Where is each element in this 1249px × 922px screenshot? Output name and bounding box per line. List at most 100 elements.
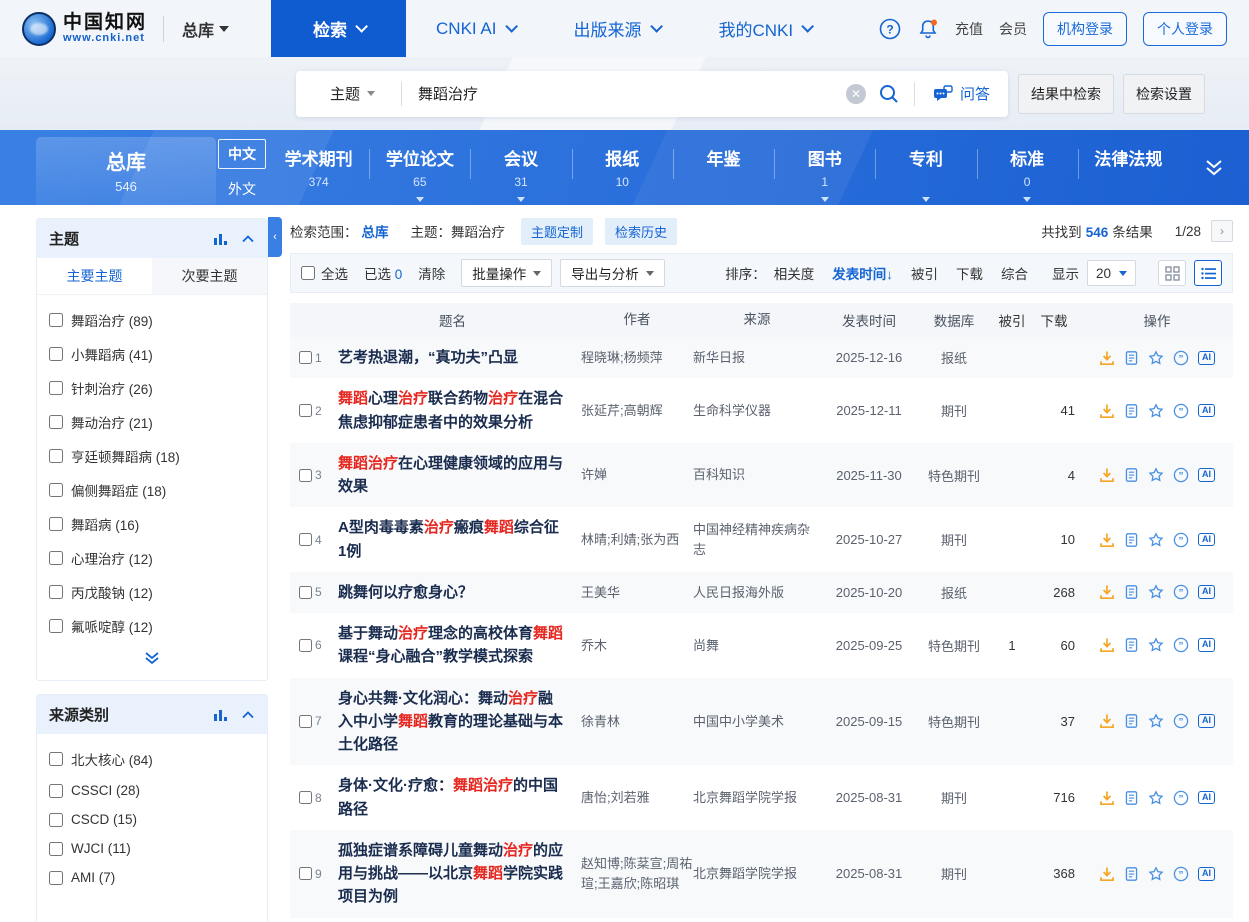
ai-icon[interactable]: AI xyxy=(1198,714,1215,728)
ai-icon[interactable]: AI xyxy=(1198,404,1215,418)
row-checkbox[interactable] xyxy=(299,639,312,652)
authors-cell[interactable]: 张延芹;高朝辉 xyxy=(581,401,693,421)
filter-item[interactable]: WJCI (11) xyxy=(49,834,255,863)
result-title-link[interactable]: 身心共舞·文化润心：舞动治疗融入中小学舞蹈教育的理论基础与本土化路径 xyxy=(338,690,563,754)
scope-value[interactable]: 总库 xyxy=(362,221,389,241)
html-read-icon[interactable] xyxy=(1124,350,1139,366)
filter-checkbox[interactable] xyxy=(49,449,63,463)
download-icon[interactable] xyxy=(1099,866,1115,882)
quote-icon[interactable]: ” xyxy=(1173,467,1189,483)
ai-icon[interactable]: AI xyxy=(1198,585,1215,599)
sort-option-4[interactable]: 下载 xyxy=(956,267,983,282)
language-tab-外文[interactable]: 外文 xyxy=(218,175,266,203)
grid-view-icon[interactable] xyxy=(1158,260,1186,286)
filter-checkbox[interactable] xyxy=(49,347,63,361)
filter-checkbox[interactable] xyxy=(49,585,63,599)
topic-tab-1[interactable]: 主要主题 xyxy=(37,258,152,294)
ai-icon[interactable]: AI xyxy=(1198,351,1215,365)
result-title-link[interactable]: 跳舞何以疗愈身心？ xyxy=(338,584,473,601)
sort-option-2[interactable]: 发表时间↓ xyxy=(832,267,893,282)
row-checkbox[interactable] xyxy=(299,404,312,417)
source-cell[interactable]: 尚舞 xyxy=(693,636,821,656)
qa-button[interactable]: 问答 xyxy=(915,83,1008,104)
dbbar-item-5[interactable]: 年鉴 xyxy=(673,145,774,189)
sort-option-3[interactable]: 被引 xyxy=(911,267,938,282)
search-field-dropdown[interactable]: 主题 xyxy=(296,83,401,104)
filter-checkbox[interactable] xyxy=(49,871,63,885)
ai-icon[interactable]: AI xyxy=(1198,867,1215,881)
quote-icon[interactable]: ” xyxy=(1173,584,1189,600)
download-icon[interactable] xyxy=(1099,350,1115,366)
nav-tab-4[interactable]: 我的CNKI xyxy=(689,0,841,57)
filter-checkbox[interactable] xyxy=(49,551,63,565)
source-cell[interactable]: 北京舞蹈学院学报 xyxy=(693,864,821,884)
batch-actions-dropdown[interactable]: 批量操作 xyxy=(461,259,552,287)
filter-item[interactable]: 舞蹈治疗 (89) xyxy=(49,303,255,337)
recharge-link[interactable]: 充值 xyxy=(955,19,983,39)
html-read-icon[interactable] xyxy=(1124,584,1139,600)
filter-item[interactable]: 氟哌啶醇 (12) xyxy=(49,609,255,643)
filter-checkbox[interactable] xyxy=(49,619,63,633)
bar-chart-icon[interactable] xyxy=(213,232,229,246)
authors-cell[interactable]: 徐青林 xyxy=(581,712,693,732)
next-page-button[interactable]: › xyxy=(1211,220,1233,242)
favorite-icon[interactable] xyxy=(1148,790,1164,806)
quote-icon[interactable]: ” xyxy=(1173,713,1189,729)
personal-login-button[interactable]: 个人登录 xyxy=(1143,12,1227,46)
favorite-icon[interactable] xyxy=(1148,866,1164,882)
zongku-tab[interactable]: 总库 546 xyxy=(36,137,216,205)
quote-icon[interactable]: ” xyxy=(1173,637,1189,653)
ai-icon[interactable]: AI xyxy=(1198,533,1215,547)
authors-cell[interactable]: 赵知博;陈棻宣;周祐瑄;王嘉欣;陈昭琪 xyxy=(581,854,693,893)
export-analyze-dropdown[interactable]: 导出与分析 xyxy=(560,259,665,287)
authors-cell[interactable]: 王美华 xyxy=(581,583,693,603)
favorite-icon[interactable] xyxy=(1148,713,1164,729)
dbbar-expand-chevron-icon[interactable] xyxy=(1179,130,1249,205)
html-read-icon[interactable] xyxy=(1124,467,1139,483)
ai-icon[interactable]: AI xyxy=(1198,638,1215,652)
member-link[interactable]: 会员 xyxy=(999,19,1027,39)
html-read-icon[interactable] xyxy=(1124,790,1139,806)
quote-icon[interactable]: ” xyxy=(1173,350,1189,366)
source-cell[interactable]: 百科知识 xyxy=(693,465,821,485)
download-icon[interactable] xyxy=(1099,713,1115,729)
cnki-logo[interactable]: 中国知网 www.cnki.net xyxy=(0,12,147,46)
row-checkbox[interactable] xyxy=(299,469,312,482)
download-icon[interactable] xyxy=(1099,467,1115,483)
source-cell[interactable]: 生命科学仪器 xyxy=(693,401,821,421)
dbbar-item-8[interactable]: 标准0 xyxy=(977,145,1078,205)
dbbar-item-9[interactable]: 法律法规 xyxy=(1078,145,1179,189)
download-icon[interactable] xyxy=(1099,584,1115,600)
result-title-link[interactable]: 身体·文化·疗愈：舞蹈治疗的中国路径 xyxy=(338,777,558,817)
nav-tab-3[interactable]: 出版来源 xyxy=(544,0,689,57)
language-tab-中文[interactable]: 中文 xyxy=(218,139,266,169)
search-icon[interactable] xyxy=(878,83,900,105)
source-cell[interactable]: 中国中小学美术 xyxy=(693,712,821,732)
favorite-icon[interactable] xyxy=(1148,584,1164,600)
authors-cell[interactable]: 程晓琳;杨频萍 xyxy=(581,348,693,368)
filter-checkbox[interactable] xyxy=(49,381,63,395)
org-login-button[interactable]: 机构登录 xyxy=(1043,12,1127,46)
dbbar-item-2[interactable]: 学位论文65 xyxy=(369,145,470,205)
topic-tab-2[interactable]: 次要主题 xyxy=(152,258,267,294)
zongku-dropdown[interactable]: 总库 xyxy=(182,17,229,41)
filter-checkbox[interactable] xyxy=(49,483,63,497)
help-icon[interactable]: ? xyxy=(879,18,901,40)
ai-icon[interactable]: AI xyxy=(1198,791,1215,805)
quote-icon[interactable]: ” xyxy=(1173,403,1189,419)
dbbar-item-4[interactable]: 报纸10 xyxy=(572,145,673,189)
source-cell[interactable]: 北京舞蹈学院学报 xyxy=(693,788,821,808)
html-read-icon[interactable] xyxy=(1124,637,1139,653)
dbbar-item-6[interactable]: 图书1 xyxy=(774,145,875,205)
select-all-input[interactable] xyxy=(301,266,315,280)
row-checkbox[interactable] xyxy=(299,791,312,804)
authors-cell[interactable]: 乔木 xyxy=(581,636,693,656)
filter-item[interactable]: 偏侧舞蹈症 (18) xyxy=(49,473,255,507)
result-title-link[interactable]: 艺考热退潮，“真功夫”凸显 xyxy=(338,349,518,366)
dbbar-item-3[interactable]: 会议31 xyxy=(470,145,571,205)
filter-item[interactable]: 小舞蹈病 (41) xyxy=(49,337,255,371)
favorite-icon[interactable] xyxy=(1148,467,1164,483)
select-all-checkbox[interactable]: 全选 xyxy=(301,263,348,283)
html-read-icon[interactable] xyxy=(1124,713,1139,729)
filter-item[interactable]: 舞蹈病 (16) xyxy=(49,507,255,541)
